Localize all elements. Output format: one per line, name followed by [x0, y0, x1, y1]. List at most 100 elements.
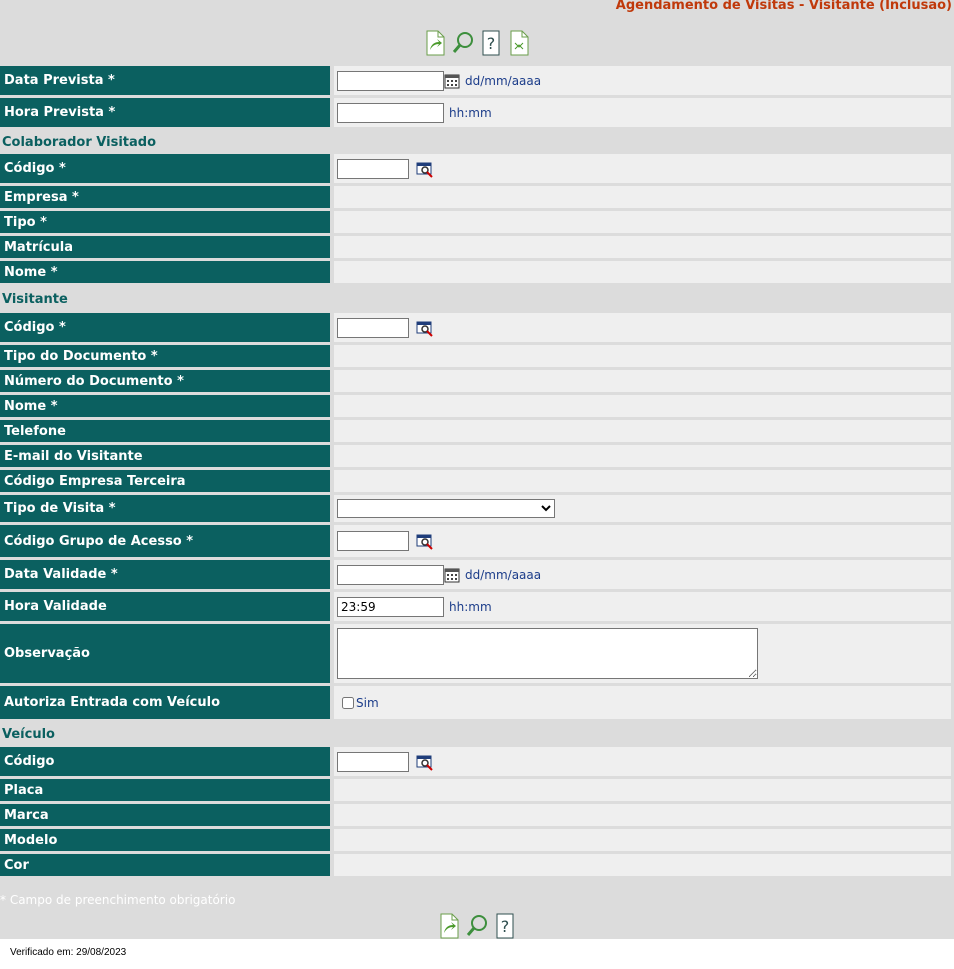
- hora-validade-label: Hora Validade: [0, 592, 330, 621]
- autoriza-veiculo-label: Autoriza Entrada com Veículo: [0, 686, 330, 719]
- grupo-acesso-label: Código Grupo de Acesso *: [0, 525, 330, 557]
- marca-value: [334, 804, 951, 826]
- visit-form: Data Prevista * dd/mm/aaaa Hora Prevista…: [0, 66, 954, 879]
- row-colaborador-matricula: Matrícula: [0, 236, 954, 258]
- data-prevista-input[interactable]: [337, 70, 444, 91]
- email-value: [334, 445, 951, 467]
- hora-validade-input[interactable]: [337, 596, 444, 617]
- lookup-icon[interactable]: [416, 753, 434, 771]
- time-format-hint: hh:mm: [449, 599, 492, 614]
- help-icon[interactable]: ?: [480, 30, 502, 56]
- lookup-icon[interactable]: [416, 532, 434, 550]
- row-visitante-nome: Nome *: [0, 395, 954, 417]
- colaborador-codigo-label: Código *: [0, 154, 330, 183]
- telefone-value: [334, 420, 951, 442]
- row-colaborador-empresa: Empresa *: [0, 186, 954, 208]
- row-numero-documento: Número do Documento *: [0, 370, 954, 392]
- row-colaborador-codigo: Código *: [0, 154, 954, 183]
- section-colaborador: Colaborador Visitado: [2, 134, 157, 150]
- numero-documento-label: Número do Documento *: [0, 370, 330, 392]
- colaborador-tipo-label: Tipo *: [0, 211, 330, 233]
- numero-documento-value: [334, 370, 951, 392]
- cor-value: [334, 854, 951, 876]
- svg-text:?: ?: [501, 917, 510, 936]
- veiculo-codigo-input[interactable]: [337, 751, 409, 772]
- row-modelo: Modelo: [0, 829, 954, 851]
- data-validade-label: Data Validade *: [0, 560, 330, 589]
- row-tipo-visita: Tipo de Visita *: [0, 495, 954, 522]
- row-autoriza-veiculo: Autoriza Entrada com Veículo Sim: [0, 686, 954, 719]
- calendar-icon[interactable]: [444, 567, 460, 583]
- row-placa: Placa: [0, 779, 954, 801]
- tipo-visita-label: Tipo de Visita *: [0, 495, 330, 522]
- grupo-acesso-input[interactable]: [337, 531, 409, 551]
- row-hora-validade: Hora Validade hh:mm: [0, 592, 954, 621]
- visitante-nome-label: Nome *: [0, 395, 330, 417]
- row-colaborador-tipo: Tipo *: [0, 211, 954, 233]
- date-format-hint: dd/mm/aaaa: [465, 567, 542, 582]
- tipo-documento-label: Tipo do Documento *: [0, 345, 330, 367]
- svg-text:?: ?: [487, 34, 496, 53]
- lookup-icon[interactable]: [416, 160, 434, 178]
- row-email: E-mail do Visitante: [0, 445, 954, 467]
- required-fields-note: * Campo de preenchimento obrigatório: [0, 893, 236, 907]
- clear-icon[interactable]: [508, 30, 530, 56]
- data-validade-input[interactable]: [337, 564, 444, 585]
- row-veiculo-codigo: Código: [0, 747, 954, 776]
- colaborador-codigo-input[interactable]: [337, 158, 409, 179]
- row-marca: Marca: [0, 804, 954, 826]
- row-grupo-acesso: Código Grupo de Acesso *: [0, 525, 954, 557]
- autoriza-veiculo-checkbox[interactable]: [342, 696, 354, 709]
- row-observacao: Observação: [0, 624, 954, 683]
- row-telefone: Telefone: [0, 420, 954, 442]
- top-toolbar: ?: [0, 30, 954, 56]
- row-empresa-terceira: Código Empresa Terceira: [0, 470, 954, 492]
- row-data-prevista: Data Prevista * dd/mm/aaaa: [0, 66, 954, 95]
- visitante-codigo-label: Código *: [0, 313, 330, 342]
- tipo-documento-value: [334, 345, 951, 367]
- visitante-nome-value: [334, 395, 951, 417]
- page-title: Agendamento de Visitas - Visitante (Incl…: [615, 0, 952, 13]
- row-data-validade: Data Validade * dd/mm/aaaa: [0, 560, 954, 589]
- empresa-terceira-label: Código Empresa Terceira: [0, 470, 330, 492]
- email-label: E-mail do Visitante: [0, 445, 330, 467]
- marca-label: Marca: [0, 804, 330, 826]
- search-icon[interactable]: [466, 913, 488, 939]
- time-format-hint: hh:mm: [449, 105, 492, 120]
- row-colaborador-nome: Nome *: [0, 261, 954, 283]
- section-visitante: Visitante: [2, 292, 68, 307]
- row-tipo-documento: Tipo do Documento *: [0, 345, 954, 367]
- row-visitante-codigo: Código *: [0, 313, 954, 342]
- modelo-value: [334, 829, 951, 851]
- hora-prevista-input[interactable]: [337, 102, 444, 123]
- placa-label: Placa: [0, 779, 330, 801]
- save-icon[interactable]: [424, 30, 446, 56]
- veiculo-codigo-label: Código: [0, 747, 330, 776]
- colaborador-empresa-label: Empresa *: [0, 186, 330, 208]
- calendar-icon[interactable]: [444, 73, 460, 89]
- colaborador-nome-value: [334, 261, 951, 283]
- save-icon[interactable]: [438, 913, 460, 939]
- placa-value: [334, 779, 951, 801]
- empresa-terceira-value: [334, 470, 951, 492]
- row-cor: Cor: [0, 854, 954, 876]
- colaborador-matricula-label: Matrícula: [0, 236, 330, 258]
- row-hora-prevista: Hora Prevista * hh:mm: [0, 98, 954, 127]
- search-icon[interactable]: [452, 30, 474, 56]
- colaborador-empresa-value: [334, 186, 951, 208]
- date-format-hint: dd/mm/aaaa: [465, 73, 542, 88]
- tipo-visita-select[interactable]: [337, 499, 555, 518]
- lookup-icon[interactable]: [416, 319, 434, 337]
- autoriza-veiculo-checkbox-label[interactable]: Sim: [356, 696, 379, 710]
- help-icon[interactable]: ?: [494, 913, 516, 939]
- data-prevista-label: Data Prevista *: [0, 66, 330, 95]
- observacao-textarea[interactable]: [337, 628, 758, 679]
- colaborador-tipo-value: [334, 211, 951, 233]
- section-veiculo: Veículo: [2, 727, 55, 742]
- cor-label: Cor: [0, 854, 330, 876]
- footer-bar: [0, 939, 954, 969]
- modelo-label: Modelo: [0, 829, 330, 851]
- bottom-toolbar: ?: [0, 913, 954, 939]
- visitante-codigo-input[interactable]: [337, 317, 409, 338]
- colaborador-nome-label: Nome *: [0, 261, 330, 283]
